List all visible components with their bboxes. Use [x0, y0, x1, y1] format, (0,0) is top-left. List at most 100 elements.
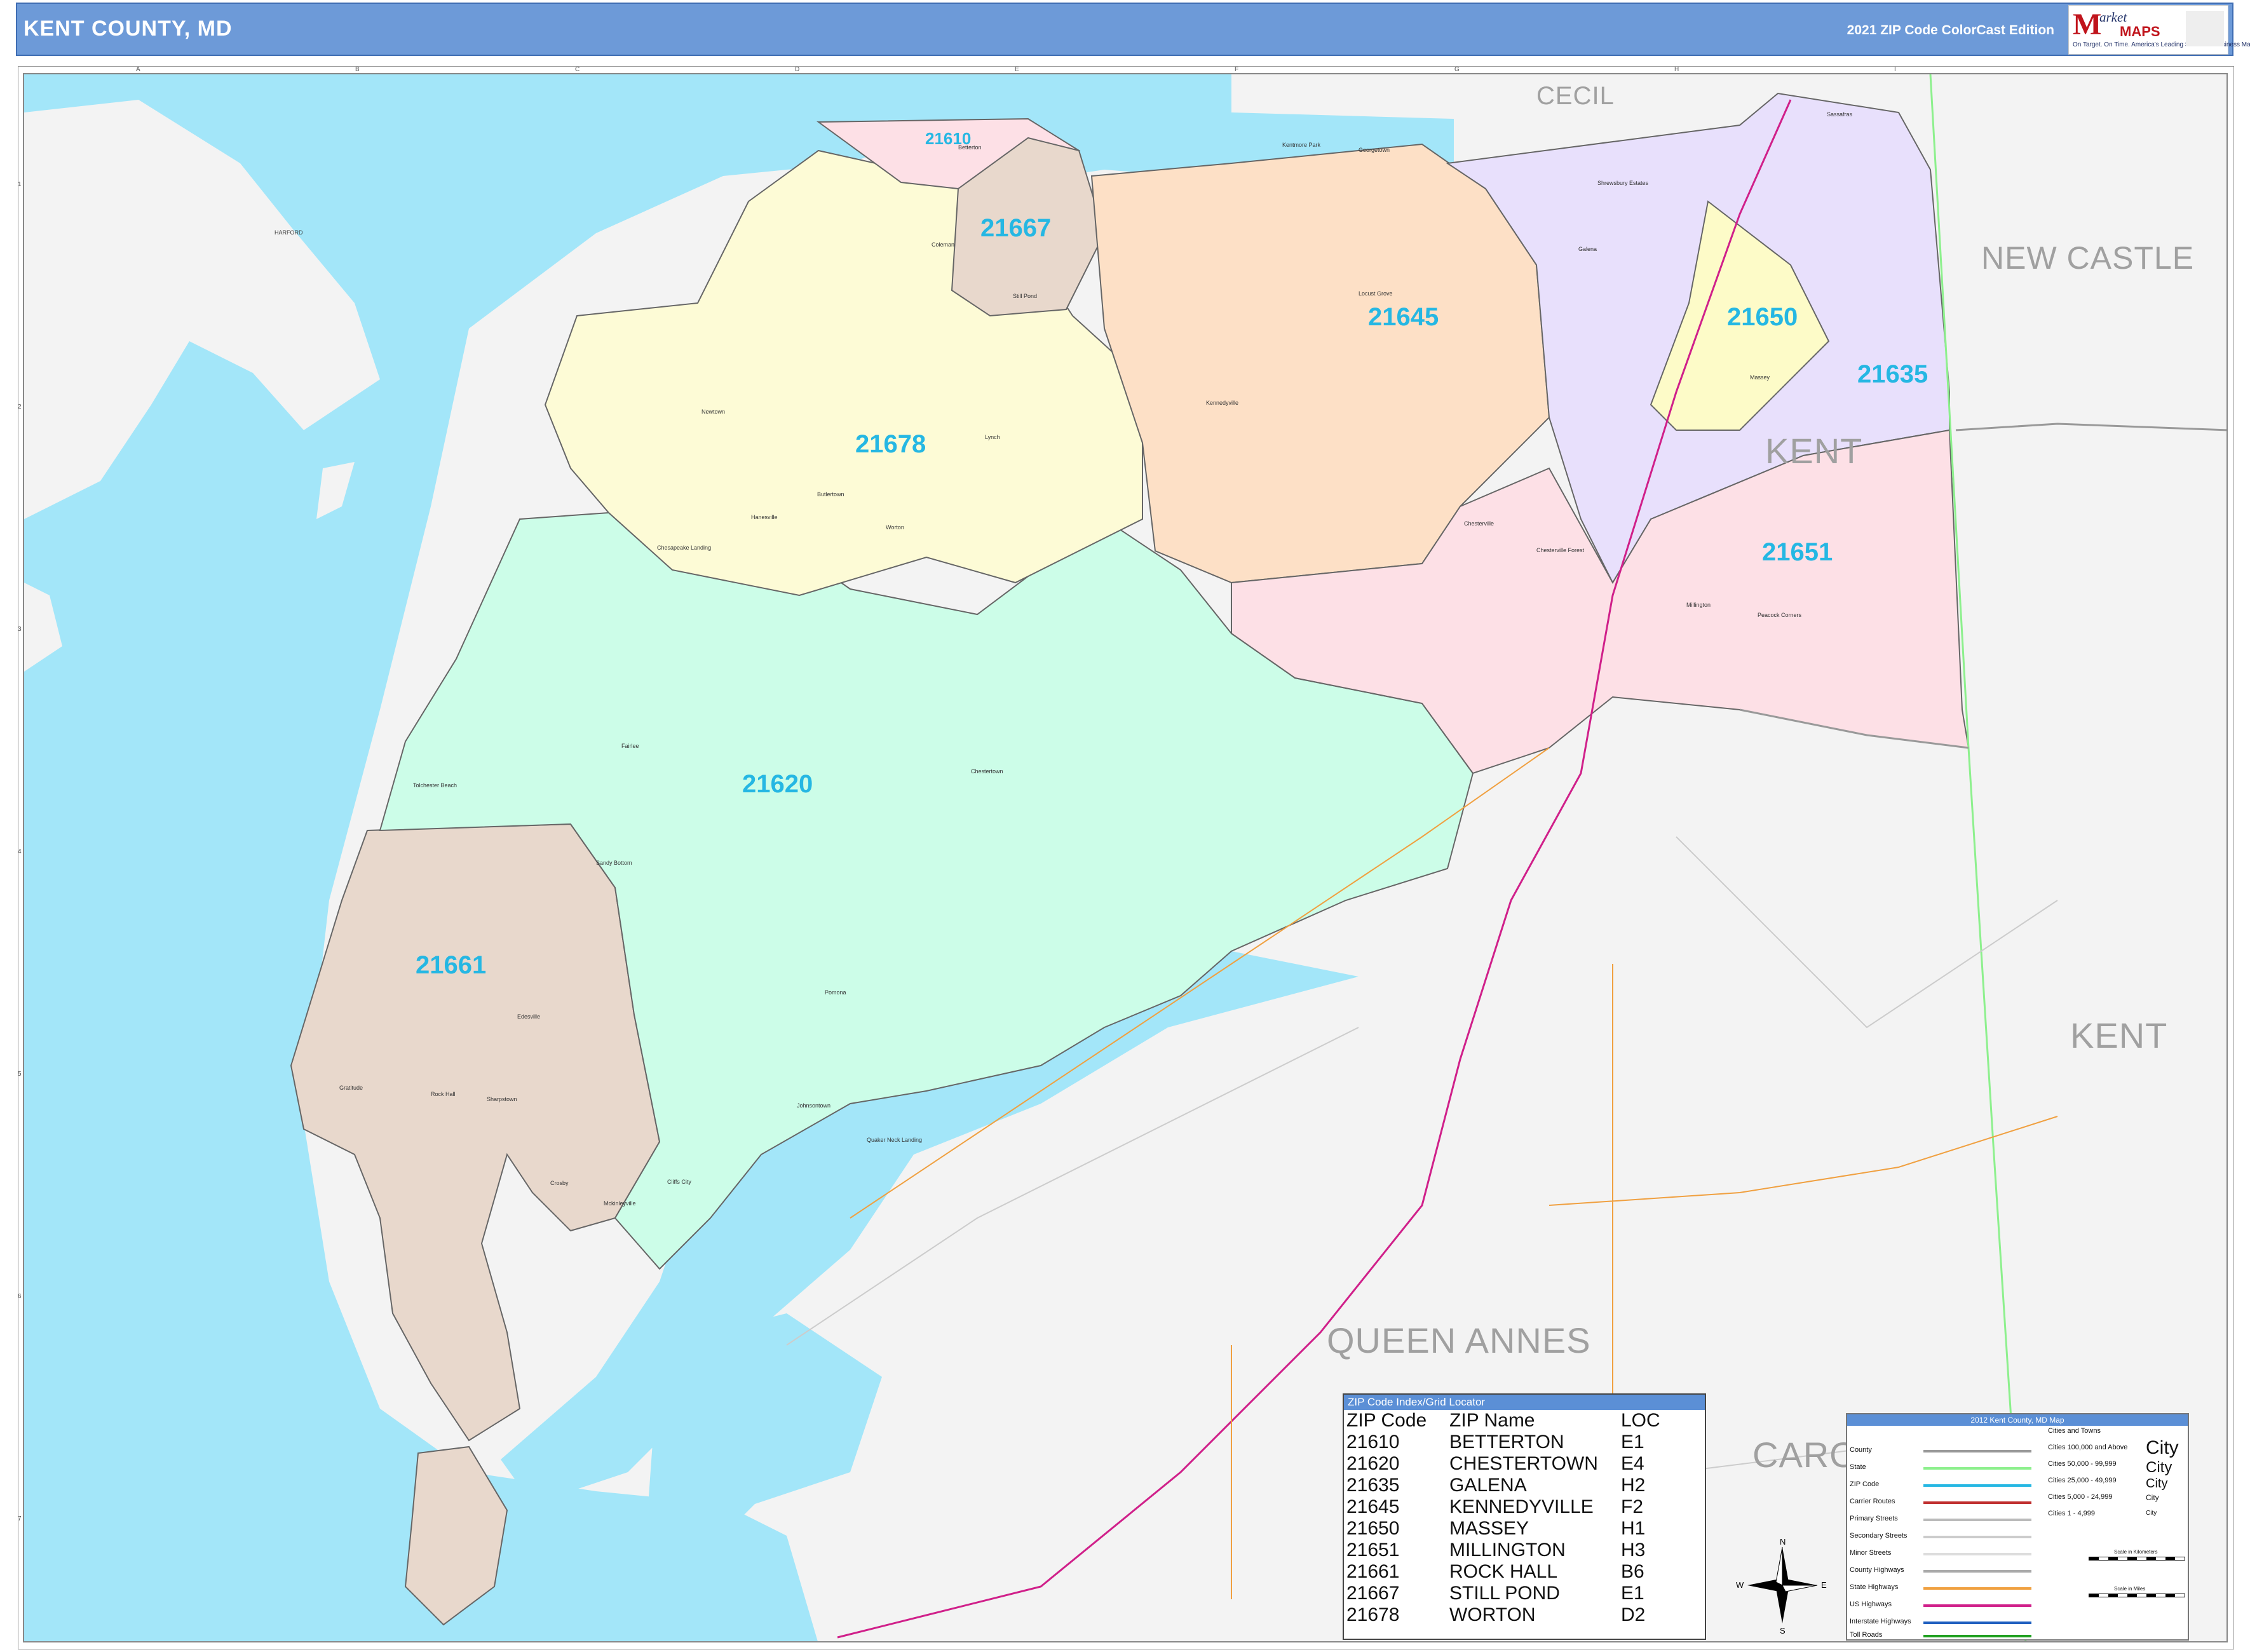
- zip-name-cell: MILLINGTON: [1449, 1540, 1566, 1561]
- place-label: Betterton: [958, 144, 982, 151]
- place-label: Kennedyville: [1206, 400, 1239, 406]
- zip-code-cell: 21661: [1346, 1561, 1400, 1582]
- grid-row-label: 7: [18, 1515, 22, 1522]
- legend-swatch-carrier: [1923, 1501, 2031, 1504]
- zip-code-cell: 21645: [1346, 1496, 1400, 1517]
- legend-swatch-zip: [1923, 1484, 2031, 1487]
- zip-name-cell: ROCK HALL: [1449, 1561, 1558, 1582]
- header-bar: KENT COUNTY, MD 2021 ZIP Code ColorCast …: [16, 3, 2250, 56]
- place-label: Sassafras: [1827, 111, 1853, 118]
- zip-code-cell: 21650: [1346, 1518, 1400, 1539]
- grid-col-label: H: [1674, 66, 1679, 73]
- zip-label-21650: 21650: [1727, 303, 1798, 331]
- map-legend: 2012 Kent County, MD Map County State ZI…: [1846, 1413, 2189, 1641]
- zip-name-cell: STILL POND: [1449, 1583, 1560, 1604]
- place-label: Worton: [886, 524, 904, 531]
- grid-row-label: 2: [18, 403, 22, 410]
- map-svg: [24, 74, 2226, 1641]
- legend-title: 2012 Kent County, MD Map: [1847, 1414, 2188, 1426]
- place-label: HARFORD: [274, 229, 303, 236]
- place-label: Edesville: [517, 1013, 541, 1020]
- scale-bar-mi: [2089, 1594, 2185, 1597]
- place-label: Cliffs City: [667, 1179, 691, 1185]
- legend-city-sample: City: [2146, 1510, 2157, 1517]
- grid-col-label: A: [136, 66, 140, 73]
- zip-name-cell: KENNEDYVILLE: [1449, 1496, 1594, 1517]
- grid-row-label: 3: [18, 626, 22, 633]
- zip-code-cell: 21620: [1346, 1453, 1400, 1474]
- place-label: Rock Hall: [431, 1091, 456, 1097]
- legend-city-tier: Cities 50,000 - 99,999: [2048, 1460, 2117, 1468]
- zip-label-21678: 21678: [855, 430, 926, 458]
- zip-index-table: ZIP Code Index/Grid Locator ZIP Code ZIP…: [1343, 1393, 1706, 1640]
- grid-col-label: D: [795, 66, 800, 73]
- legend-item-label: ZIP Code: [1850, 1480, 1880, 1488]
- zip-index-header: ZIP Code: [1346, 1410, 1427, 1431]
- zip-loc-cell: H3: [1621, 1540, 1646, 1561]
- legend-city-sample: City: [2146, 1437, 2179, 1458]
- legend-swatch-state: [1923, 1467, 2031, 1470]
- logo-contact-box: [2186, 11, 2224, 46]
- edition-label: 2021 ZIP Code ColorCast Edition: [1847, 23, 2054, 37]
- legend-item-label: County Highways: [1850, 1566, 1904, 1574]
- zip-loc-cell: E1: [1621, 1432, 1644, 1452]
- place-label: Locust Grove: [1359, 290, 1393, 297]
- zip-loc-cell: D2: [1621, 1604, 1646, 1625]
- place-label: Lynch: [985, 434, 1000, 440]
- zip-name-cell: MASSEY: [1449, 1518, 1529, 1539]
- legend-city-sample: City: [2146, 1459, 2172, 1476]
- place-label: Quaker Neck Landing: [867, 1137, 923, 1143]
- legend-item-label: Minor Streets: [1850, 1549, 1892, 1557]
- region-label-new-castle: NEW CASTLE: [1981, 240, 2195, 276]
- grid-row-label: 6: [18, 1293, 22, 1300]
- zip-index-title: ZIP Code Index/Grid Locator: [1344, 1395, 1705, 1410]
- grid-col-label: G: [1454, 66, 1460, 73]
- place-label: Galena: [1578, 246, 1597, 252]
- place-label: Millington: [1686, 602, 1711, 608]
- grid-col-label: B: [355, 66, 360, 73]
- legend-item-label: County: [1850, 1446, 1872, 1454]
- zip-loc-cell: E4: [1621, 1453, 1644, 1474]
- place-label: Mckinleyville: [604, 1200, 636, 1207]
- compass-s: S: [1780, 1626, 1786, 1635]
- zip-loc-cell: B6: [1621, 1561, 1644, 1582]
- place-label: Georgetown: [1359, 147, 1390, 153]
- legend-item-label: US Highways: [1850, 1601, 1892, 1608]
- zip-label-21635: 21635: [1857, 360, 1928, 388]
- legend-swatch-minor: [1923, 1553, 2031, 1555]
- place-label: Chesapeake Landing: [657, 545, 712, 551]
- zip-name-cell: BETTERTON: [1449, 1432, 1564, 1452]
- place-label: Butlertown: [817, 491, 844, 498]
- place-label: Pomona: [825, 989, 846, 996]
- zip-code-cell: 21678: [1346, 1604, 1400, 1625]
- compass-w: W: [1736, 1580, 1744, 1590]
- logo-mark: M: [2073, 8, 2102, 41]
- map-title: KENT COUNTY, MD: [24, 17, 233, 41]
- place-label: Johnsontown: [797, 1102, 831, 1109]
- zip-code-cell: 21651: [1346, 1540, 1400, 1561]
- grid-col-label: E: [1015, 66, 1019, 73]
- legend-swatch-county: [1923, 1450, 2031, 1452]
- legend-item-label: State Highways: [1850, 1583, 1899, 1591]
- legend-swatch-primary: [1923, 1519, 2031, 1521]
- zip-name-cell: GALENA: [1449, 1475, 1527, 1496]
- grid-row-label: 5: [18, 1071, 22, 1078]
- place-label: Gratitude: [339, 1085, 363, 1091]
- legend-item-label: Toll Roads: [1850, 1631, 1883, 1639]
- scale-km-label: Scale in Kilometers: [2114, 1549, 2158, 1555]
- place-label: Peacock Corners: [1758, 612, 1802, 618]
- legend-item-label: Carrier Routes: [1850, 1498, 1895, 1505]
- zip-index-header: ZIP Name: [1449, 1410, 1535, 1431]
- legend-city-tier: Cities 25,000 - 49,999: [2048, 1477, 2117, 1484]
- place-label: Sandy Bottom: [596, 860, 632, 866]
- zip-loc-cell: H1: [1621, 1518, 1646, 1539]
- grid-row-label: 4: [18, 848, 22, 855]
- legend-city-tier: Cities 1 - 4,999: [2048, 1510, 2095, 1517]
- place-label: Chesterville: [1464, 520, 1494, 527]
- zip-name-cell: WORTON: [1449, 1604, 1536, 1625]
- map-canvas[interactable]: CECIL NEW CASTLE KENT KENT QUEEN ANNES C…: [23, 73, 2228, 1642]
- legend-swatch-us-hwy: [1923, 1604, 2031, 1607]
- zip-code-cell: 21667: [1346, 1583, 1400, 1604]
- zip-label-21661: 21661: [416, 951, 487, 979]
- compass-n: N: [1780, 1537, 1786, 1547]
